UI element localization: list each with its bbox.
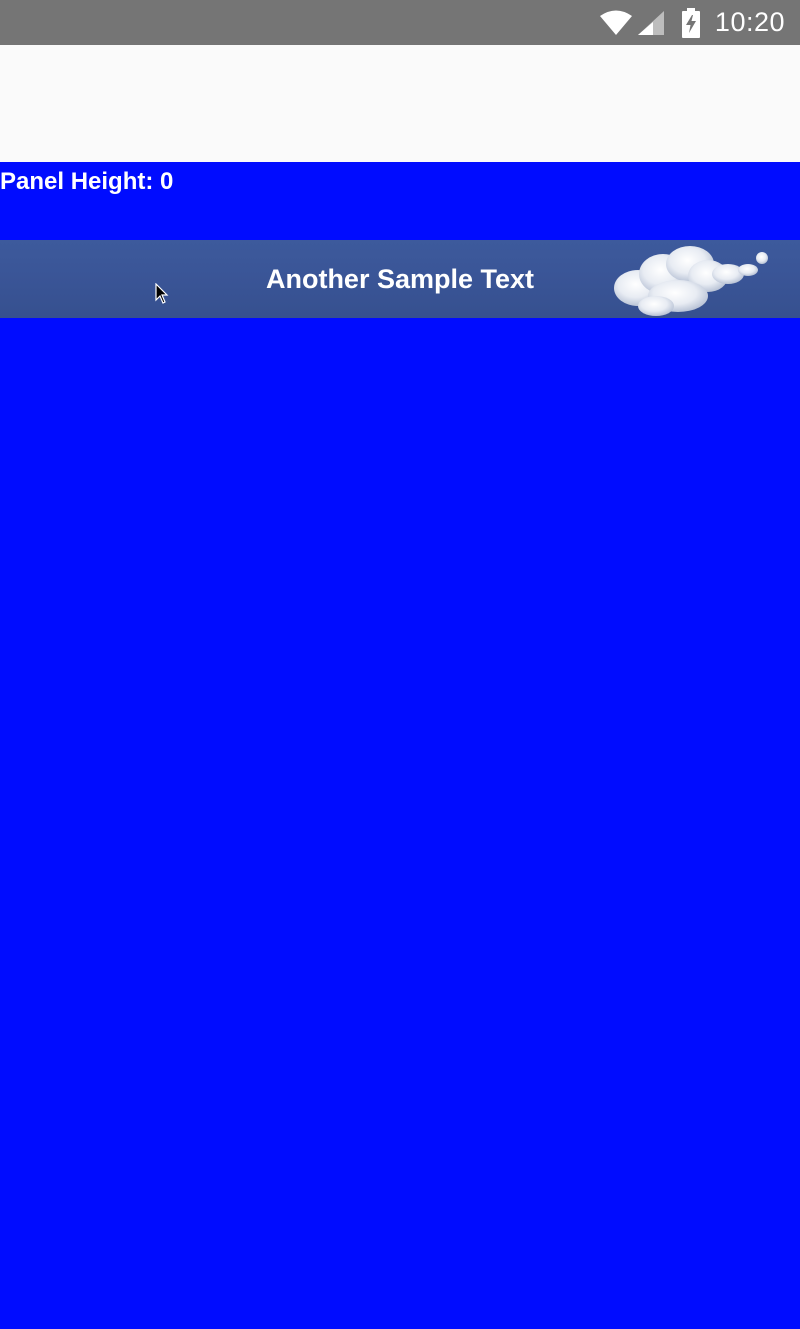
status-bar: 10:20 <box>0 0 800 45</box>
status-time: 10:20 <box>714 7 785 37</box>
mouse-cursor-icon <box>155 283 169 304</box>
content-area <box>0 318 800 1329</box>
status-icons: 10:20 <box>599 0 785 45</box>
app-bar <box>0 45 800 162</box>
battery-charging-icon <box>681 7 700 38</box>
cell-signal-icon <box>637 10 664 35</box>
banner[interactable]: Another Sample Text <box>0 240 800 318</box>
wifi-icon <box>599 10 632 35</box>
panel-height-label: Panel Height: 0 <box>0 168 174 195</box>
banner-text: Another Sample Text <box>265 263 535 294</box>
panel-info: Panel Height: 0 <box>0 162 800 240</box>
